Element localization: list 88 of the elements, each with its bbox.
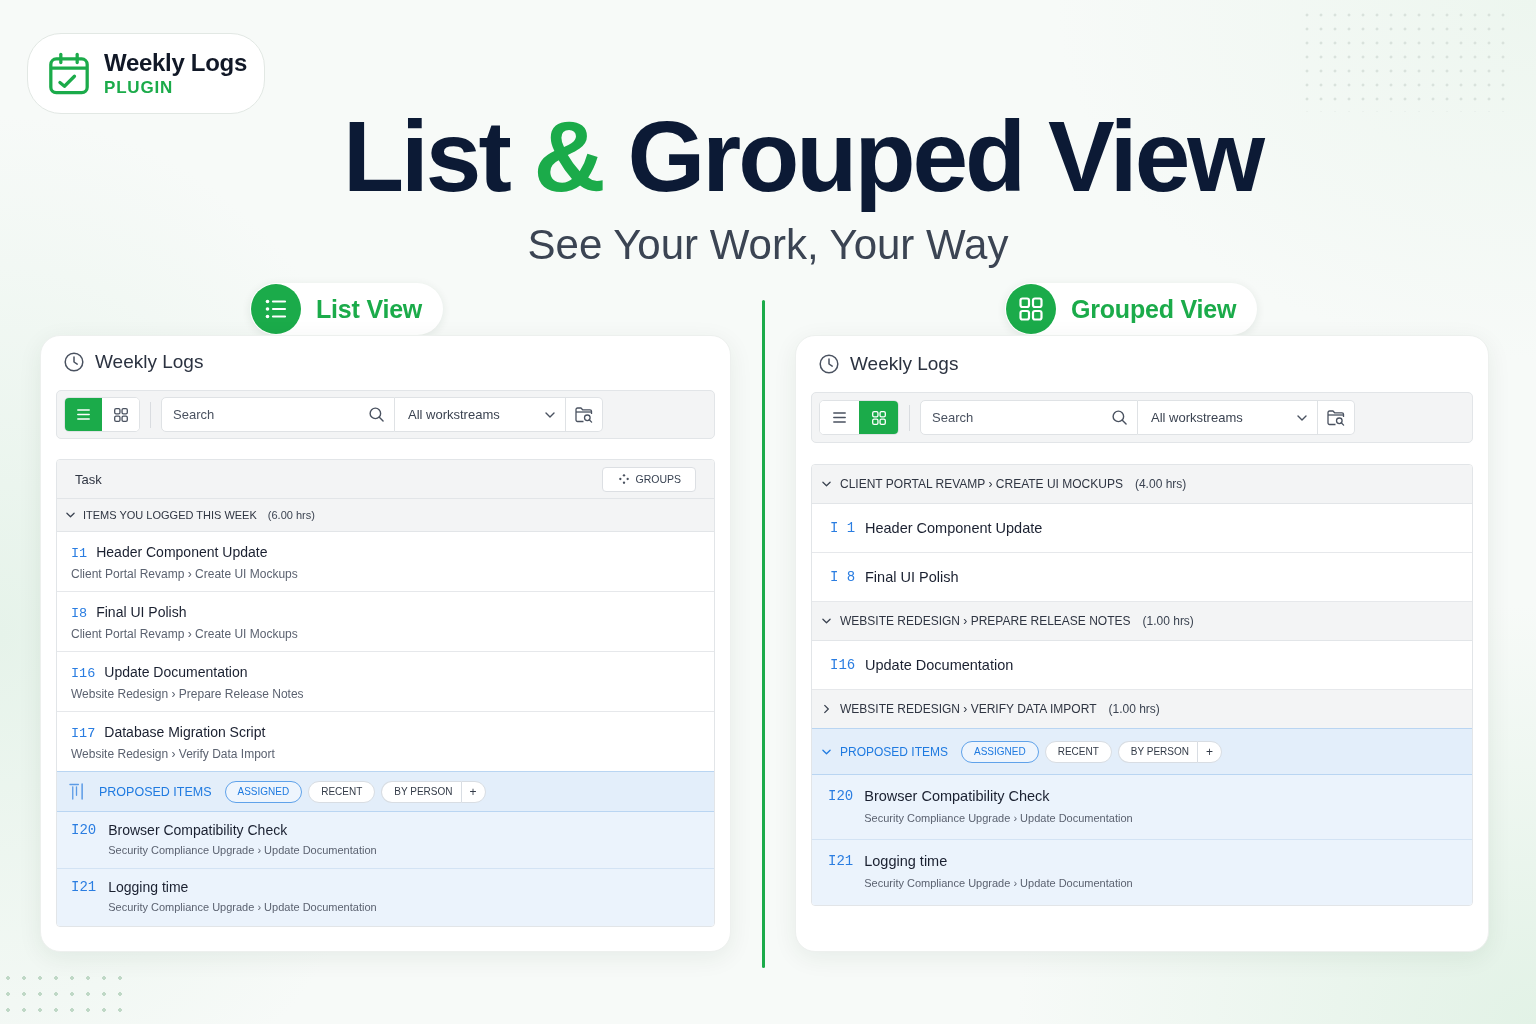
item-title: Update Documentation — [104, 664, 248, 680]
grid-icon — [871, 410, 886, 425]
search-field[interactable]: Search — [920, 400, 1138, 435]
search-field[interactable]: Search — [161, 397, 395, 432]
item-title: Final UI Polish — [865, 569, 959, 585]
headline: List & Grouped View — [342, 99, 1264, 214]
columns-icon — [69, 783, 84, 800]
group-title: WEBSITE REDESIGN › VERIFY DATA IMPORT — [840, 702, 1097, 716]
group-title: WEBSITE REDESIGN › PREPARE RELEASE NOTES — [840, 614, 1131, 628]
search-icon — [369, 407, 384, 422]
filter-chip[interactable]: ASSIGNED — [224, 780, 303, 803]
add-filter-button[interactable]: + — [460, 780, 486, 803]
group-hours: (4.00 hrs) — [1134, 477, 1187, 491]
proposed-item[interactable]: I20 Browser Compatibility Check Security Compliance Upgrade › Update Documentation — [812, 775, 1472, 840]
logo-title: Weekly Logs — [104, 48, 247, 77]
add-filter-button[interactable]: + — [1197, 740, 1223, 763]
clock-icon — [64, 352, 84, 372]
filter-chip[interactable]: RECENT — [1044, 740, 1112, 763]
grid-view-button[interactable] — [859, 401, 898, 434]
item-id: I21 — [828, 852, 854, 871]
calendar-check-icon — [49, 52, 89, 95]
item-id: I 1 — [830, 520, 857, 536]
group-hours: (1.00 hrs) — [1108, 702, 1160, 716]
dots-icon — [619, 474, 630, 484]
workstream-dropdown[interactable]: All workstreams — [1138, 400, 1318, 435]
proposed-item[interactable]: I21 Logging time Security Compliance Upgrade › Update Documentation — [57, 869, 714, 926]
view-label: Grouped View — [1071, 294, 1237, 324]
group-header[interactable]: WEBSITE REDESIGN › PREPARE RELEASE NOTES (1.00 hrs) — [812, 602, 1472, 641]
section-title: PROPOSED ITEMS — [99, 784, 212, 799]
proposed-item[interactable]: I20 Browser Compatibility Check Security Compliance Upgrade › Update Documentation — [57, 812, 714, 869]
groups-button[interactable]: GROUPS — [602, 466, 696, 492]
tagline: See Your Work, Your Way — [526, 220, 1010, 270]
panel-title: Weekly Logs — [95, 351, 204, 373]
panel-title: Weekly Logs — [850, 353, 959, 375]
item-id: I20 — [828, 787, 854, 806]
item-id: I17 — [71, 726, 96, 741]
group-header[interactable]: WEBSITE REDESIGN › VERIFY DATA IMPORT (1.00 hrs) — [812, 690, 1472, 729]
item-id: I16 — [71, 666, 96, 681]
item-id: I16 — [830, 657, 857, 673]
group-title: ITEMS YOU LOGGED THIS WEEK — [83, 509, 257, 521]
logo-subtitle: PLUGIN — [104, 77, 175, 99]
item-title: Header Component Update — [96, 544, 268, 560]
item-path: Client Portal Revamp › Create UI Mockups — [71, 567, 299, 581]
group-header[interactable]: ITEMS YOU LOGGED THIS WEEK (6.00 hrs) — [57, 499, 714, 532]
chevron-down-icon — [1297, 414, 1307, 421]
item-title: Browser Compatibility Check — [108, 821, 289, 840]
item-title: Header Component Update — [865, 520, 1043, 536]
group-header[interactable]: CLIENT PORTAL REVAMP › CREATE UI MOCKUPS (4.00 hrs) — [812, 465, 1472, 504]
section-title: PROPOSED ITEMS — [840, 744, 949, 759]
filter-chip[interactable]: BY PERSON — [381, 780, 461, 803]
clock-icon — [819, 354, 839, 374]
folder-search-button[interactable] — [1318, 400, 1355, 435]
item-path: Security Compliance Upgrade › Update Documentation — [108, 901, 378, 913]
item-id: I 8 — [830, 569, 857, 585]
menu-icon — [833, 412, 846, 423]
workstream-dropdown[interactable]: All workstreams — [395, 397, 566, 432]
item-path: Website Redesign › Verify Data Import — [71, 747, 276, 761]
item-title: Database Migration Script — [104, 724, 266, 740]
group-hours: (6.00 hrs) — [267, 509, 315, 521]
item-id: I8 — [71, 606, 88, 621]
item-path: Website Redesign › Prepare Release Notes — [71, 687, 305, 701]
group-title: CLIENT PORTAL REVAMP › CREATE UI MOCKUPS — [840, 477, 1123, 491]
item-id: I21 — [71, 878, 97, 897]
view-label: List View — [316, 294, 423, 324]
column-header: Task — [75, 471, 102, 487]
chevron-down-icon — [545, 411, 555, 418]
item-title: Logging time — [864, 852, 949, 871]
item-title: Logging time — [108, 878, 190, 897]
folder-search-button[interactable] — [566, 397, 603, 432]
item-title: Update Documentation — [865, 657, 1014, 673]
item-id: I1 — [71, 546, 88, 561]
search-icon — [1112, 410, 1127, 425]
proposed-item[interactable]: I21 Logging time Security Compliance Upgrade › Update Documentation — [812, 840, 1472, 905]
menu-icon — [77, 409, 90, 420]
folder-search-icon — [575, 406, 593, 423]
item-path: Client Portal Revamp › Create UI Mockups — [71, 627, 299, 641]
item-path: Security Compliance Upgrade › Update Documentation — [108, 844, 378, 856]
item-id: I20 — [71, 821, 97, 840]
item-title: Browser Compatibility Check — [864, 787, 1051, 806]
filter-chip[interactable]: ASSIGNED — [961, 740, 1039, 763]
item-path: Security Compliance Upgrade › Update Documentation — [864, 877, 1134, 889]
grid-icon — [113, 407, 128, 422]
filter-chip[interactable]: BY PERSON — [1117, 740, 1197, 763]
filter-chip[interactable]: RECENT — [308, 780, 376, 803]
group-hours: (1.00 hrs) — [1142, 614, 1194, 628]
item-title: Final UI Polish — [96, 604, 187, 620]
item-path: Security Compliance Upgrade › Update Documentation — [864, 812, 1134, 824]
folder-search-icon — [1327, 409, 1345, 426]
